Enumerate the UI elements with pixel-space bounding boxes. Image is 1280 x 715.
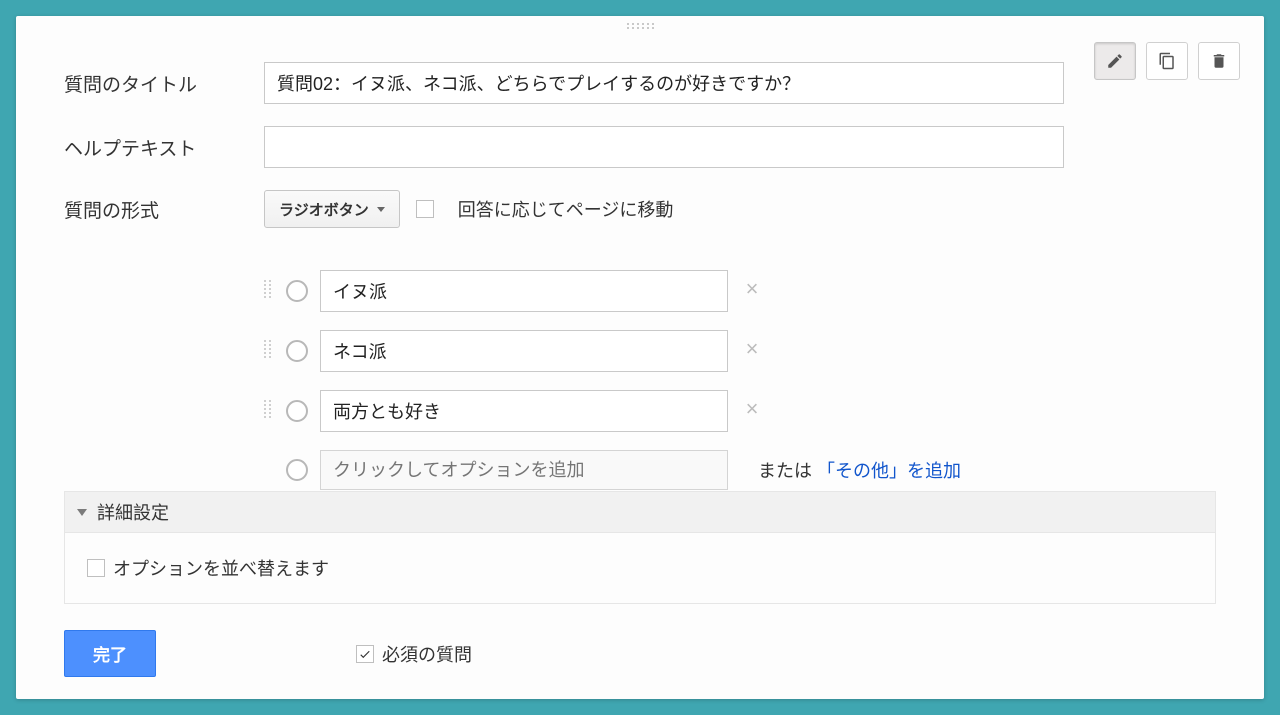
goto-page-checkbox[interactable] bbox=[416, 200, 434, 218]
form-area: 質問のタイトル ヘルプテキスト 質問の形式 ラジオボタン 回答に応じてページに移… bbox=[64, 62, 1064, 490]
edit-icon bbox=[1106, 52, 1124, 70]
option-row: × bbox=[264, 330, 1064, 372]
radio-icon bbox=[286, 340, 308, 362]
row-question-title: 質問のタイトル bbox=[64, 62, 1064, 104]
advanced-title: 詳細設定 bbox=[97, 499, 169, 525]
drag-handle-icon[interactable] bbox=[264, 400, 274, 422]
radio-icon bbox=[286, 280, 308, 302]
required-wrap: 必須の質問 bbox=[356, 641, 472, 667]
options-area: × × × または 「その他」を追加 bbox=[264, 270, 1064, 490]
row-question-type: 質問の形式 ラジオボタン 回答に応じてページに移動 bbox=[64, 190, 1064, 228]
required-label: 必須の質問 bbox=[382, 641, 472, 667]
question-title-input[interactable] bbox=[264, 62, 1064, 104]
question-type-dropdown[interactable]: ラジオボタン bbox=[264, 190, 400, 228]
required-checkbox[interactable] bbox=[356, 645, 374, 663]
add-other-text: または 「その他」を追加 bbox=[758, 457, 961, 483]
question-type-value: ラジオボタン bbox=[279, 199, 369, 220]
add-other-link[interactable]: 「その他」を追加 bbox=[817, 461, 961, 481]
option-input[interactable] bbox=[320, 390, 728, 432]
duplicate-button[interactable] bbox=[1146, 42, 1188, 80]
advanced-toggle[interactable]: 詳細設定 bbox=[64, 491, 1216, 533]
shuffle-label: オプションを並べ替えます bbox=[113, 555, 329, 581]
question-editor-card: 質問のタイトル ヘルプテキスト 質問の形式 ラジオボタン 回答に応じてページに移… bbox=[16, 16, 1264, 699]
option-row: × bbox=[264, 390, 1064, 432]
add-option-input[interactable] bbox=[320, 450, 728, 490]
toolbar bbox=[1094, 42, 1240, 80]
done-button[interactable]: 完了 bbox=[64, 630, 156, 677]
label-question-type: 質問の形式 bbox=[64, 196, 264, 223]
chevron-down-icon bbox=[77, 509, 87, 516]
drag-handle-icon[interactable] bbox=[264, 340, 274, 362]
shuffle-checkbox[interactable] bbox=[87, 559, 105, 577]
footer: 完了 必須の質問 bbox=[64, 630, 1216, 677]
remove-option-button[interactable]: × bbox=[740, 399, 764, 423]
radio-icon bbox=[286, 400, 308, 422]
radio-icon bbox=[286, 459, 308, 481]
add-option-row: または 「その他」を追加 bbox=[264, 450, 1064, 490]
chevron-down-icon bbox=[377, 207, 385, 212]
edit-button[interactable] bbox=[1094, 42, 1136, 80]
remove-option-button[interactable]: × bbox=[740, 339, 764, 363]
label-question-title: 質問のタイトル bbox=[64, 70, 264, 97]
remove-option-button[interactable]: × bbox=[740, 279, 764, 303]
help-text-input[interactable] bbox=[264, 126, 1064, 168]
drag-handle-icon[interactable] bbox=[627, 23, 653, 31]
drag-handle-icon[interactable] bbox=[264, 280, 274, 302]
label-help-text: ヘルプテキスト bbox=[64, 134, 264, 161]
delete-button[interactable] bbox=[1198, 42, 1240, 80]
row-help-text: ヘルプテキスト bbox=[64, 126, 1064, 168]
duplicate-icon bbox=[1158, 52, 1176, 70]
option-input[interactable] bbox=[320, 270, 728, 312]
goto-page-label: 回答に応じてページに移動 bbox=[458, 196, 674, 222]
option-row: × bbox=[264, 270, 1064, 312]
delete-icon bbox=[1210, 52, 1228, 70]
advanced-body: オプションを並べ替えます bbox=[64, 533, 1216, 604]
advanced-settings: 詳細設定 オプションを並べ替えます bbox=[64, 491, 1216, 604]
option-input[interactable] bbox=[320, 330, 728, 372]
